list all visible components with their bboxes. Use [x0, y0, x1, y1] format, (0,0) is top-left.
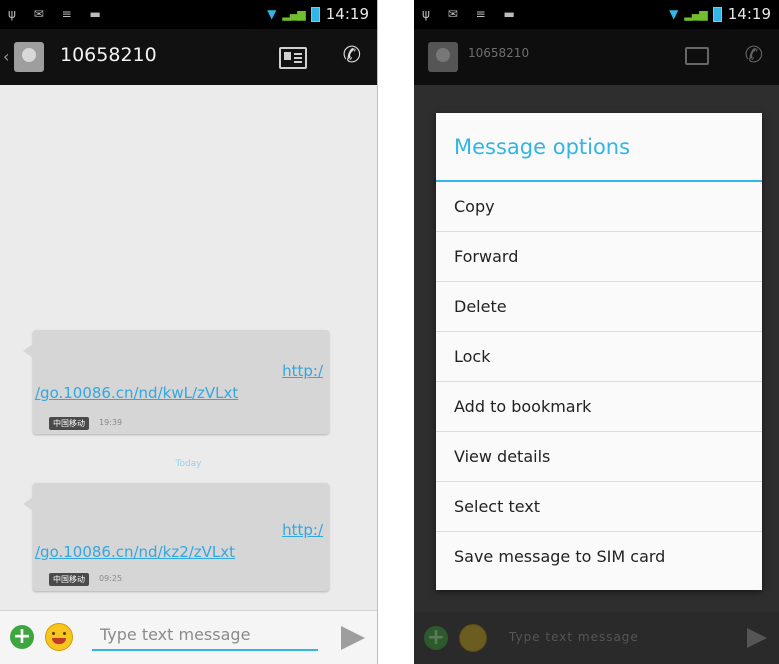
phone-call-icon: ✆: [744, 43, 763, 68]
wifi-icon: ▼: [267, 7, 277, 21]
menu-item-lock[interactable]: Lock: [436, 332, 762, 382]
compose-bar-dimmed: + Type text message: [414, 612, 779, 664]
message-list[interactable]: http:/ /go.10086.cn/nd/kwL/zVLxt 中国移动 19…: [0, 85, 377, 610]
message-bubble[interactable]: http:/ /go.10086.cn/nd/kz2/zVLxt 中国移动 09…: [23, 483, 329, 591]
sender-badge: 中国移动: [49, 573, 89, 586]
conversation-screen: ψ ✉ ≡ ▬ ▼ ▂▄▆ 14:19 ‹ 10658210 ✆ http:/ …: [0, 0, 378, 664]
message-link[interactable]: /go.10086.cn/nd/kwL/zVLxt: [35, 384, 238, 402]
menu-item-select-text[interactable]: Select text: [436, 482, 762, 532]
menu-item-copy[interactable]: Copy: [436, 182, 762, 232]
status-bar: ψ ✉ ≡ ▬ ▼ ▂▄▆ 14:19: [0, 0, 377, 29]
message-options-screen: ψ ✉ ≡ ▬ ▼ ▂▄▆ 14:19 10658210 ✆ + Type te…: [414, 0, 779, 664]
status-icons: ▼ ▂▄▆ 14:19: [669, 5, 771, 23]
wifi-icon: ▼: [669, 7, 679, 21]
status-time: 14:19: [325, 5, 369, 23]
status-bar: ψ ✉ ≡ ▬ ▼ ▂▄▆ 14:19: [414, 0, 779, 29]
message-link-tail[interactable]: http:/: [282, 362, 323, 380]
contact-avatar: [428, 42, 458, 72]
action-bar-dimmed: 10658210 ✆: [414, 29, 779, 85]
message-bubble[interactable]: http:/ /go.10086.cn/nd/kwL/zVLxt 中国移动 19…: [23, 330, 329, 434]
add-attachment-icon: +: [424, 626, 448, 650]
send-icon[interactable]: [341, 626, 365, 650]
emoji-icon: [459, 624, 487, 652]
message-link[interactable]: /go.10086.cn/nd/kz2/zVLxt: [35, 543, 235, 561]
message-input-hint: Type text message: [509, 630, 639, 644]
menu-item-add-to-bookmark[interactable]: Add to bookmark: [436, 382, 762, 432]
contact-card-icon: [685, 47, 709, 65]
message-input[interactable]: [92, 619, 318, 651]
compose-bar: +: [0, 610, 377, 664]
options-menu: Copy Forward Delete Lock Add to bookmark…: [436, 182, 762, 582]
status-time: 14:19: [727, 5, 771, 23]
add-attachment-icon[interactable]: +: [10, 625, 34, 649]
notification-icons: ψ ✉ ≡ ▬: [8, 7, 108, 21]
menu-item-view-details[interactable]: View details: [436, 432, 762, 482]
send-icon: [747, 628, 767, 648]
menu-item-delete[interactable]: Delete: [436, 282, 762, 332]
emoji-icon[interactable]: [45, 623, 73, 651]
status-icons: ▼ ▂▄▆ 14:19: [267, 5, 369, 23]
battery-icon: [310, 6, 320, 22]
sender-badge: 中国移动: [49, 417, 89, 430]
contact-name: 10658210: [60, 44, 157, 66]
menu-item-save-to-sim[interactable]: Save message to SIM card: [436, 532, 762, 582]
contact-card-icon[interactable]: [279, 47, 307, 69]
message-link-tail[interactable]: http:/: [282, 521, 323, 539]
signal-icon: ▂▄▆: [282, 7, 305, 21]
date-separator-today: Today: [175, 459, 202, 469]
back-caret-icon[interactable]: ‹: [3, 47, 9, 66]
message-time: 09:25: [99, 574, 123, 583]
dialog-title: Message options: [454, 135, 631, 159]
contact-avatar[interactable]: [14, 42, 44, 72]
action-bar: ‹ 10658210 ✆: [0, 29, 377, 85]
notification-icons: ψ ✉ ≡ ▬: [422, 7, 522, 21]
message-options-dialog: Message options Copy Forward Delete Lock…: [436, 113, 762, 590]
phone-call-icon[interactable]: ✆: [343, 43, 361, 68]
battery-icon: [712, 6, 722, 22]
contact-name: 10658210: [468, 46, 530, 60]
signal-icon: ▂▄▆: [684, 7, 707, 21]
menu-item-forward[interactable]: Forward: [436, 232, 762, 282]
message-time: 19:39: [99, 418, 123, 427]
